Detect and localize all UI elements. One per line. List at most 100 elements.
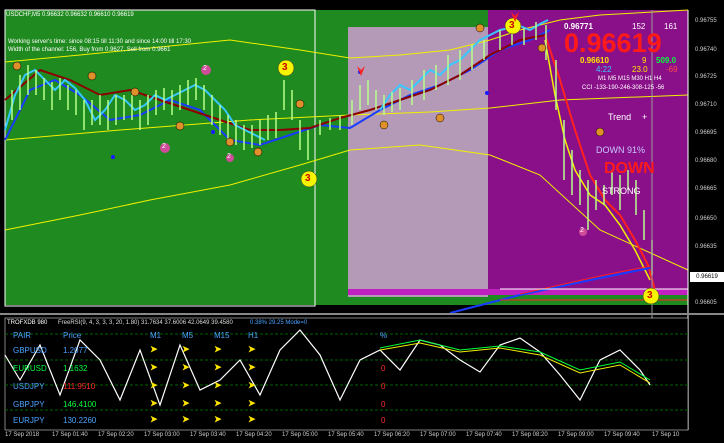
pair-price: 1.2077 [63, 346, 88, 355]
trend-arrow: ➤ [248, 414, 256, 424]
price-tick: 0.96635 [695, 244, 717, 250]
chart-canvas[interactable] [0, 0, 724, 443]
time-tick: 17 Sep 03:40 [190, 432, 226, 438]
pair-pct: 0 [381, 400, 386, 409]
trend-label: Trend [608, 112, 632, 122]
price-tick: 0.96755 [695, 18, 717, 24]
trend-arrow: ➤ [150, 380, 158, 390]
price-tick: 0.96665 [695, 186, 717, 192]
col-price-header: Price [63, 331, 82, 340]
info-line-1: Working server's time: since 08:15 till … [8, 39, 192, 45]
down-big: DOWN [604, 160, 655, 177]
trend-arrow: ➤ [182, 398, 190, 408]
pair-name: GBPJPY [13, 400, 45, 409]
time-tick: 17 Sep 02:20 [98, 432, 134, 438]
timeframe-header: M1 M5 M15 M30 H1 H4 [598, 76, 662, 82]
col-m1-header: M1 [150, 331, 162, 340]
price-tick: 0.96650 [695, 216, 717, 222]
time-tick: 17 Sep 03:00 [144, 432, 180, 438]
strong-label: STRONG [602, 186, 641, 196]
trend-plus: + [642, 112, 648, 122]
price-axis[interactable]: 0.96755 0.96740 0.96725 0.96710 0.96695 … [690, 10, 724, 315]
big-price: 0.96619 [564, 28, 662, 58]
time-tick: 17 Sep 05:00 [282, 432, 318, 438]
col-pair-header: PAIR [13, 331, 32, 340]
price-tick: 0.96740 [695, 47, 717, 53]
time-left: 4:22 [596, 65, 612, 74]
marker-three-2: 3 [305, 173, 311, 184]
pair-price: 111.9510 [63, 382, 96, 391]
pair-price: 1.1632 [63, 364, 88, 373]
marker-three-4: 3 [647, 290, 653, 301]
trend-arrow: ➤ [214, 398, 222, 408]
trend-arrow: ➤ [182, 362, 190, 372]
value-minus69: -69 [666, 65, 678, 74]
current-price-tag: 0.96619 [690, 272, 724, 282]
marker-two-4: 2 [580, 227, 584, 234]
pair-price: 130.2260 [63, 416, 97, 425]
pair-pct: 0 [381, 364, 386, 373]
marker-two-3: 2 [227, 153, 231, 160]
pair-name: GBPUSD [13, 346, 47, 355]
pair-pct: 0 [381, 382, 386, 391]
window-title: USDCHF,M5 0.96632 0.96632 0.96610 0.9661… [6, 12, 134, 18]
price-tick: 0.96680 [695, 158, 717, 164]
trend-arrow: ➤ [214, 344, 222, 354]
marker-three-3: 3 [509, 20, 515, 31]
col-h1-header: H1 [248, 331, 259, 340]
lilac-zone [348, 27, 488, 297]
time-tick: 17 Sep 2018 [5, 432, 40, 438]
pair-pct: 0 [381, 416, 386, 425]
trend-arrow: ➤ [150, 344, 158, 354]
trend-arrow: ➤ [248, 380, 256, 390]
time-tick: 17 Sep 09:00 [558, 432, 594, 438]
marker-two-1: 2 [203, 65, 207, 72]
down-percent: DOWN 91% [596, 145, 646, 155]
price-tick: 0.96695 [695, 130, 717, 136]
time-tick: 17 Sep 06:20 [374, 432, 410, 438]
pair-name: EURJPY [13, 416, 45, 425]
separator[interactable] [0, 313, 724, 315]
trend-arrow: ➤ [182, 380, 190, 390]
time-tick: 17 Sep 07:00 [420, 432, 456, 438]
price-tick: 0.96710 [695, 102, 717, 108]
pair-price: 146.4100 [63, 400, 97, 409]
magenta-bottom-bar [348, 289, 688, 295]
time-tick: 17 Sep 08:20 [512, 432, 548, 438]
time-axis[interactable]: 17 Sep 2018 17 Sep 01:40 17 Sep 02:20 17… [0, 431, 724, 443]
value-509: 509.0 [656, 56, 677, 65]
trend-arrow: ➤ [182, 344, 190, 354]
price-tick: 0.96725 [695, 74, 717, 80]
time-tick: 17 Sep 07:40 [466, 432, 502, 438]
marker-two-2: 2 [162, 143, 166, 150]
time-tick: 17 Sep 01:40 [52, 432, 88, 438]
col-pct-header: % [380, 331, 388, 340]
trend-arrow: ➤ [214, 362, 222, 372]
time-tick: 17 Sep 05:40 [328, 432, 364, 438]
trend-arrow: ➤ [214, 414, 222, 424]
marker-three-1: 3 [282, 62, 288, 73]
time-tick: 17 Sep 04:20 [236, 432, 272, 438]
value-nine: 9 [642, 56, 647, 65]
value-161: 161 [664, 22, 678, 31]
pair-name: EURUSD [13, 364, 47, 373]
trend-arrow: ➤ [150, 362, 158, 372]
col-m15-header: M15 [214, 331, 230, 340]
bid-price: 0.96610 [580, 56, 609, 65]
trend-arrow: ➤ [248, 398, 256, 408]
trend-arrow: ➤ [214, 380, 222, 390]
trend-arrow: ➤ [150, 414, 158, 424]
price-tick: 0.96605 [695, 300, 717, 306]
trend-arrow: ➤ [150, 398, 158, 408]
sub-mode: 0.38% 29.25 Mode=0 [250, 320, 308, 326]
value-23: 23.0 [632, 65, 648, 74]
trend-arrow: ➤ [248, 362, 256, 372]
info-line-2: Width of the channel: 156, Buy from 0.96… [8, 47, 171, 53]
trend-arrow: ➤ [248, 344, 256, 354]
trend-arrow: ➤ [182, 414, 190, 424]
col-m5-header: M5 [182, 331, 194, 340]
cci-row: CCI -133-190-246-308-125 -56 [582, 85, 665, 91]
sub-indicator: FreeRSI(9, 4, 3, 3, 3, 20, 1.80) 31.7634… [58, 320, 233, 326]
sub-title: TROFXDB 980 [7, 320, 48, 326]
pair-name: USDJPY [13, 382, 45, 391]
